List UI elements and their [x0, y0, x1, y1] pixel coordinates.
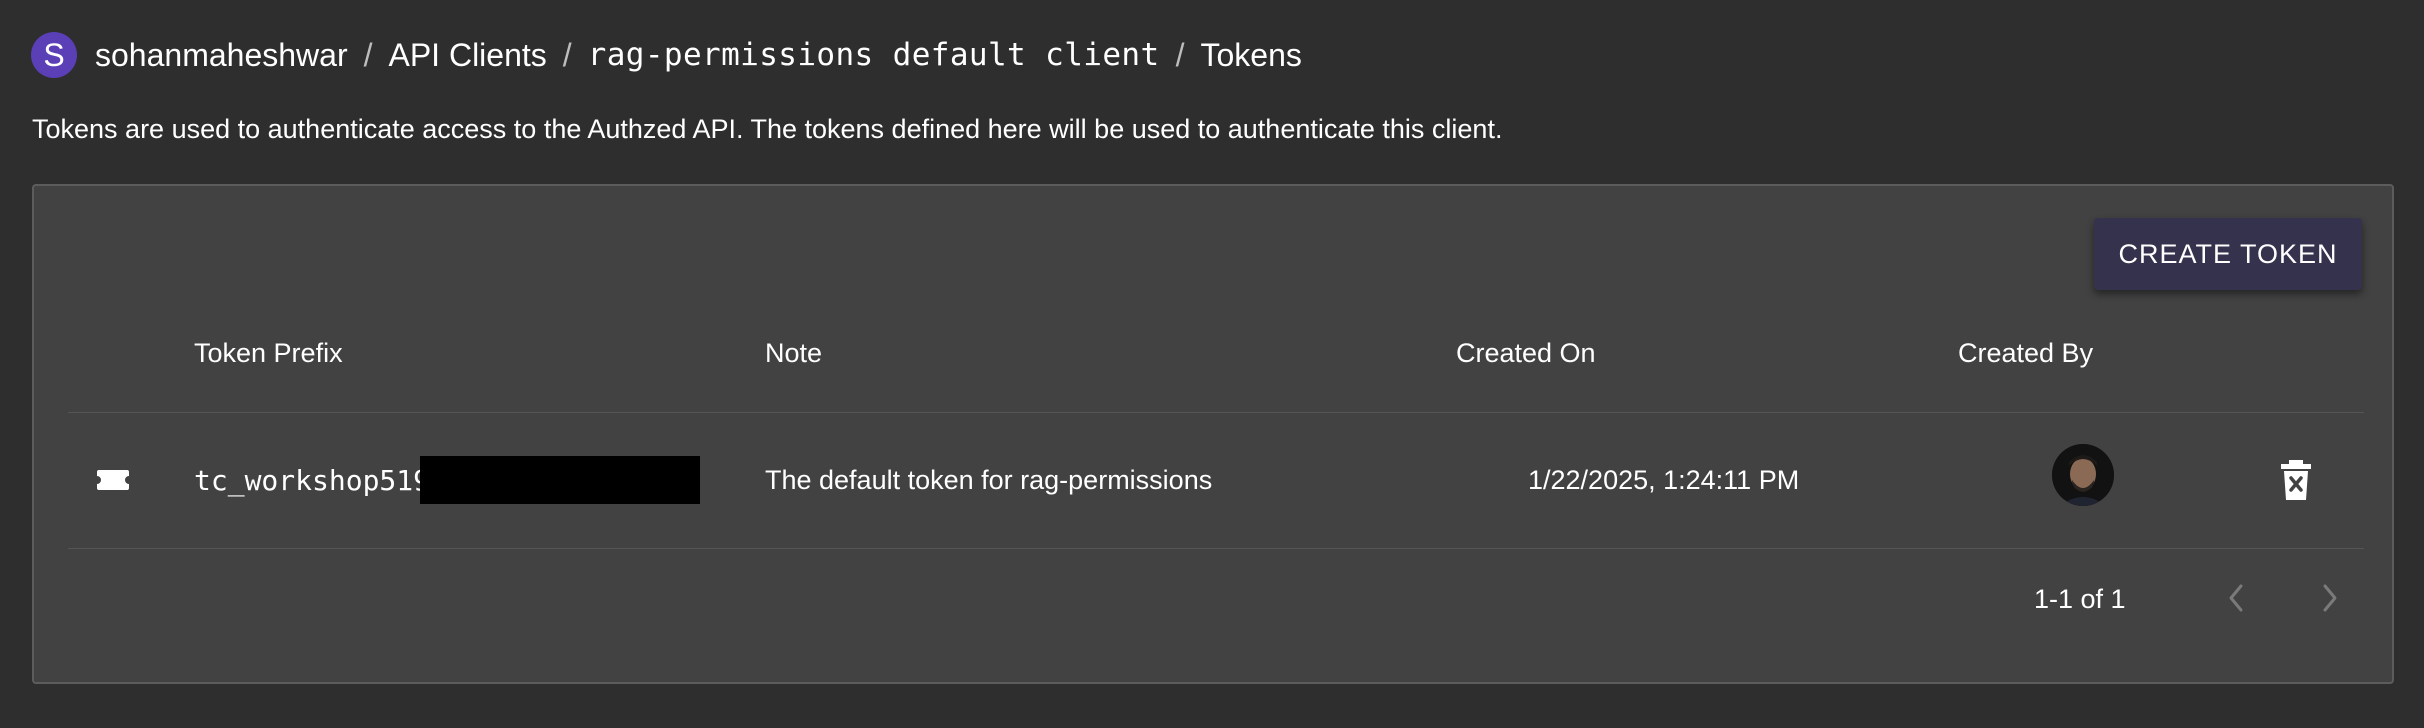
created-on-cell: 1/22/2025, 1:24:11 PM: [1528, 464, 1800, 495]
org-avatar[interactable]: S: [31, 32, 77, 78]
create-token-button[interactable]: CREATE TOKEN: [2094, 218, 2362, 290]
column-header-token-prefix: Token Prefix: [194, 338, 343, 368]
previous-page-button[interactable]: [2216, 578, 2256, 618]
breadcrumb-org-link[interactable]: sohanmaheshwar: [95, 37, 348, 74]
breadcrumb: S sohanmaheshwar / API Clients / rag-per…: [31, 32, 1302, 78]
breadcrumb-client-link[interactable]: rag-permissions default client: [588, 37, 1160, 73]
chevron-right-icon: [2323, 584, 2337, 612]
ticket-icon: [97, 470, 129, 490]
column-header-note: Note: [765, 338, 823, 368]
token-prefix-cell: tc_workshop519: [194, 463, 431, 497]
breadcrumb-current-page: Tokens: [1200, 36, 1302, 73]
user-avatar[interactable]: [2052, 444, 2114, 506]
column-header-created-by: Created By: [1958, 338, 2094, 368]
header-divider: [68, 412, 2364, 413]
column-header-created-on: Created On: [1456, 338, 1596, 368]
delete-icon[interactable]: [2280, 460, 2312, 500]
next-page-button[interactable]: [2310, 578, 2350, 618]
chevron-left-icon: [2229, 584, 2243, 612]
row-divider: [68, 548, 2364, 549]
redaction-box: [420, 456, 700, 504]
note-cell: The default token for rag-permissions: [765, 464, 1213, 495]
breadcrumb-separator: /: [562, 36, 572, 73]
pagination-range: 1-1 of 1: [2034, 584, 2126, 614]
page-description: Tokens are used to authenticate access t…: [32, 114, 1503, 144]
tokens-panel: CREATE TOKEN Token Prefix Note Created O…: [32, 184, 2394, 684]
org-avatar-letter: S: [43, 36, 65, 73]
breadcrumb-separator: /: [363, 36, 373, 73]
user-photo-icon: [2052, 444, 2114, 506]
breadcrumb-api-clients-link[interactable]: API Clients: [388, 37, 546, 74]
breadcrumb-separator: /: [1175, 36, 1185, 73]
